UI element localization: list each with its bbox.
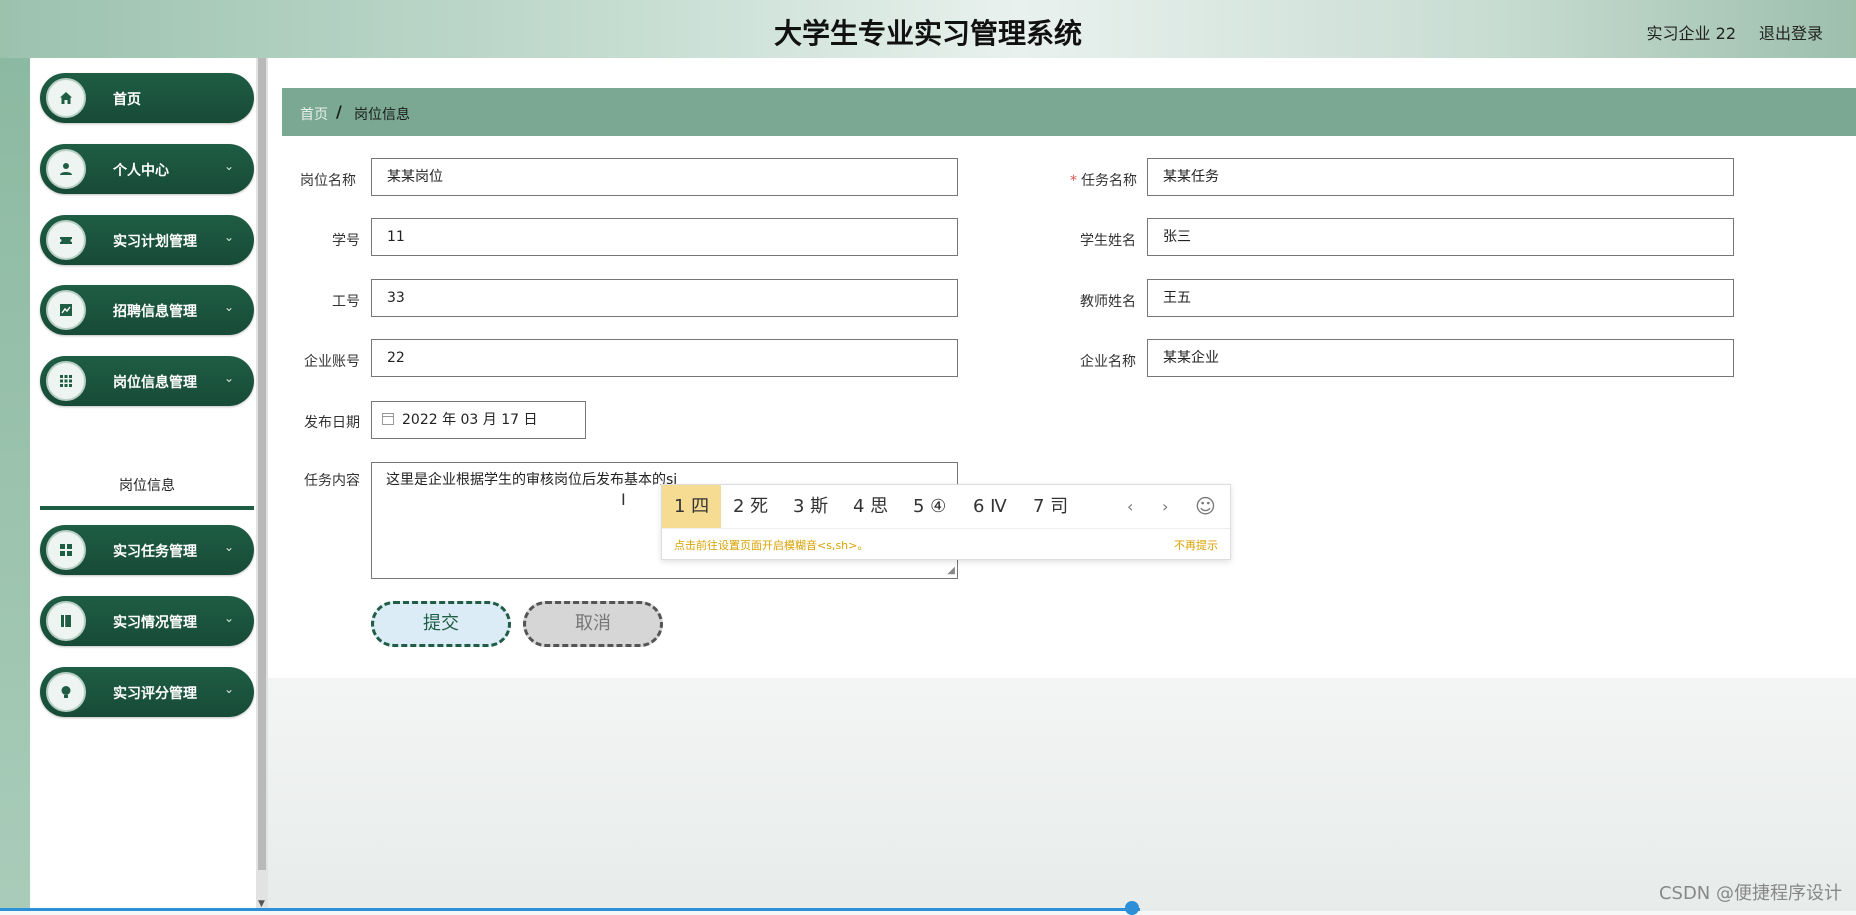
scrollbar-thumb[interactable] [258, 58, 266, 870]
student-no-input[interactable]: 11 [371, 218, 958, 256]
sidebar-item-personal-center[interactable]: 个人中心 ⌄ [40, 144, 254, 194]
emoji-icon[interactable]: ☺ [1195, 485, 1216, 528]
publish-date-label: 发布日期 [304, 415, 360, 431]
company-account-label: 企业账号 [304, 354, 360, 370]
student-name-input[interactable]: 张三 [1147, 218, 1734, 256]
company-name-label: 企业名称 [1080, 354, 1136, 370]
sidebar-item-label: 实习任务管理 [113, 544, 197, 560]
chart-icon [46, 290, 86, 330]
job-name-label: 岗位名称 [300, 173, 356, 189]
sidebar-item-recruitment-management[interactable]: 招聘信息管理 ⌄ [40, 285, 254, 335]
submit-button[interactable]: 提交 [371, 601, 511, 647]
sidebar-subitem-job-info[interactable]: 岗位信息 [40, 466, 254, 510]
ime-dismiss-link[interactable]: 不再提示 [1174, 537, 1218, 553]
chevron-down-icon: ⌄ [223, 300, 234, 314]
ime-candidate-1[interactable]: 1 四 [662, 485, 722, 528]
ime-tip-link[interactable]: 点击前往设置页面开启模糊音<s,sh>。 [674, 537, 868, 553]
sidebar-item-job-management[interactable]: 岗位信息管理 ⌄ [40, 356, 254, 406]
chevron-down-icon: ⌄ [223, 540, 234, 554]
ime-divider [662, 528, 1230, 529]
student-name-label: 学生姓名 [1080, 233, 1136, 249]
person-icon [46, 149, 86, 189]
company-account-input[interactable]: 22 [371, 339, 958, 377]
sidebar-item-label: 个人中心 [113, 163, 169, 179]
home-icon [46, 78, 86, 118]
calendar-icon [382, 413, 394, 425]
ime-candidate-2[interactable]: 2 死 [721, 485, 780, 528]
breadcrumb-home-link[interactable]: 首页 [300, 104, 328, 124]
sidebar-item-label: 首页 [113, 92, 141, 108]
chevron-down-icon: ⌄ [223, 230, 234, 244]
logout-link[interactable]: 退出登录 [1759, 20, 1823, 44]
cancel-button[interactable]: 取消 [523, 601, 663, 647]
ime-candidate-list: 1 四 2 死 3 斯 4 思 5 ④ 6 Ⅳ 7 司 ‹ › ☺ [662, 485, 1230, 528]
student-no-label: 学号 [332, 233, 360, 249]
task-name-input[interactable]: 某某任务 [1147, 158, 1734, 196]
chevron-down-icon: ⌄ [223, 682, 234, 696]
ime-next-page-icon[interactable]: › [1162, 485, 1168, 528]
sidebar-item-label: 实习情况管理 [113, 615, 197, 631]
ime-candidate-7[interactable]: 7 司 [1021, 485, 1080, 528]
sidebar-decoration [0, 58, 30, 911]
sidebar-item-home[interactable]: 首页 [40, 73, 254, 123]
teacher-name-input[interactable]: 王五 [1147, 279, 1734, 317]
task-name-label: * 任务名称 [1070, 170, 1137, 190]
chevron-down-icon: ⌄ [223, 159, 234, 173]
publish-date-value: 2022 年 03 月 17 日 [402, 412, 538, 428]
staff-no-input[interactable]: 33 [371, 279, 958, 317]
sidebar-item-situation-management[interactable]: 实习情况管理 ⌄ [40, 596, 254, 646]
sidebar: 首页 个人中心 ⌄ 实习计划管理 ⌄ 招聘信息管理 ⌄ 岗位信息管理 ⌄ 岗位信… [30, 58, 256, 911]
sidebar-item-plan-management[interactable]: 实习计划管理 ⌄ [40, 215, 254, 265]
resize-handle-icon[interactable]: ◢ [947, 565, 955, 576]
sidebar-scrollbar[interactable]: ▼ [256, 58, 268, 911]
chevron-down-icon: ⌄ [223, 371, 234, 385]
company-name-input[interactable]: 某某企业 [1147, 339, 1734, 377]
sidebar-item-task-management[interactable]: 实习任务管理 ⌄ [40, 525, 254, 575]
breadcrumb: 首页 / 岗位信息 [282, 88, 1856, 136]
task-content-value: 这里是企业根据学生的审核岗位后发布基本的si [386, 472, 678, 488]
sidebar-item-label: 实习评分管理 [113, 686, 197, 702]
teacher-name-label: 教师姓名 [1080, 294, 1136, 310]
sidebar-item-label: 岗位信息管理 [113, 375, 197, 391]
breadcrumb-separator: / [336, 102, 342, 121]
sidebar-item-scoring-management[interactable]: 实习评分管理 ⌄ [40, 667, 254, 717]
top-header: 大学生专业实习管理系统 实习企业 22 退出登录 [0, 0, 1856, 58]
ime-candidate-popup: 1 四 2 死 3 斯 4 思 5 ④ 6 Ⅳ 7 司 ‹ › ☺ 点击前往设置… [661, 484, 1231, 560]
current-user: 实习企业 22 [1646, 24, 1736, 43]
required-mark: * [1070, 173, 1077, 189]
job-name-input[interactable]: 某某岗位 [371, 158, 958, 196]
grid-icon [46, 361, 86, 401]
ticket-icon [46, 220, 86, 260]
chevron-down-icon: ⌄ [223, 611, 234, 625]
staff-no-label: 工号 [332, 294, 360, 310]
breadcrumb-current: 岗位信息 [354, 107, 410, 123]
apps-icon [46, 530, 86, 570]
sidebar-item-label: 实习计划管理 [113, 234, 197, 250]
task-name-label-text: 任务名称 [1081, 173, 1137, 189]
ime-candidate-5[interactable]: 5 ④ [901, 485, 958, 528]
bulb-icon [46, 672, 86, 712]
ime-candidate-4[interactable]: 4 思 [841, 485, 900, 528]
ime-candidate-6[interactable]: 6 Ⅳ [961, 485, 1019, 528]
book-icon [46, 601, 86, 641]
progress-handle[interactable] [1125, 901, 1139, 915]
task-content-label: 任务内容 [304, 473, 360, 489]
publish-date-input[interactable]: 2022 年 03 月 17 日 [371, 401, 586, 439]
system-title: 大学生专业实习管理系统 [773, 17, 1082, 50]
background-decoration [268, 678, 1856, 911]
watermark: CSDN @便捷程序设计 [1658, 883, 1842, 904]
text-cursor-icon: I [621, 490, 626, 509]
sidebar-item-label: 招聘信息管理 [113, 304, 197, 320]
ime-prev-page-icon[interactable]: ‹ [1127, 485, 1133, 528]
ime-candidate-3[interactable]: 3 斯 [781, 485, 840, 528]
